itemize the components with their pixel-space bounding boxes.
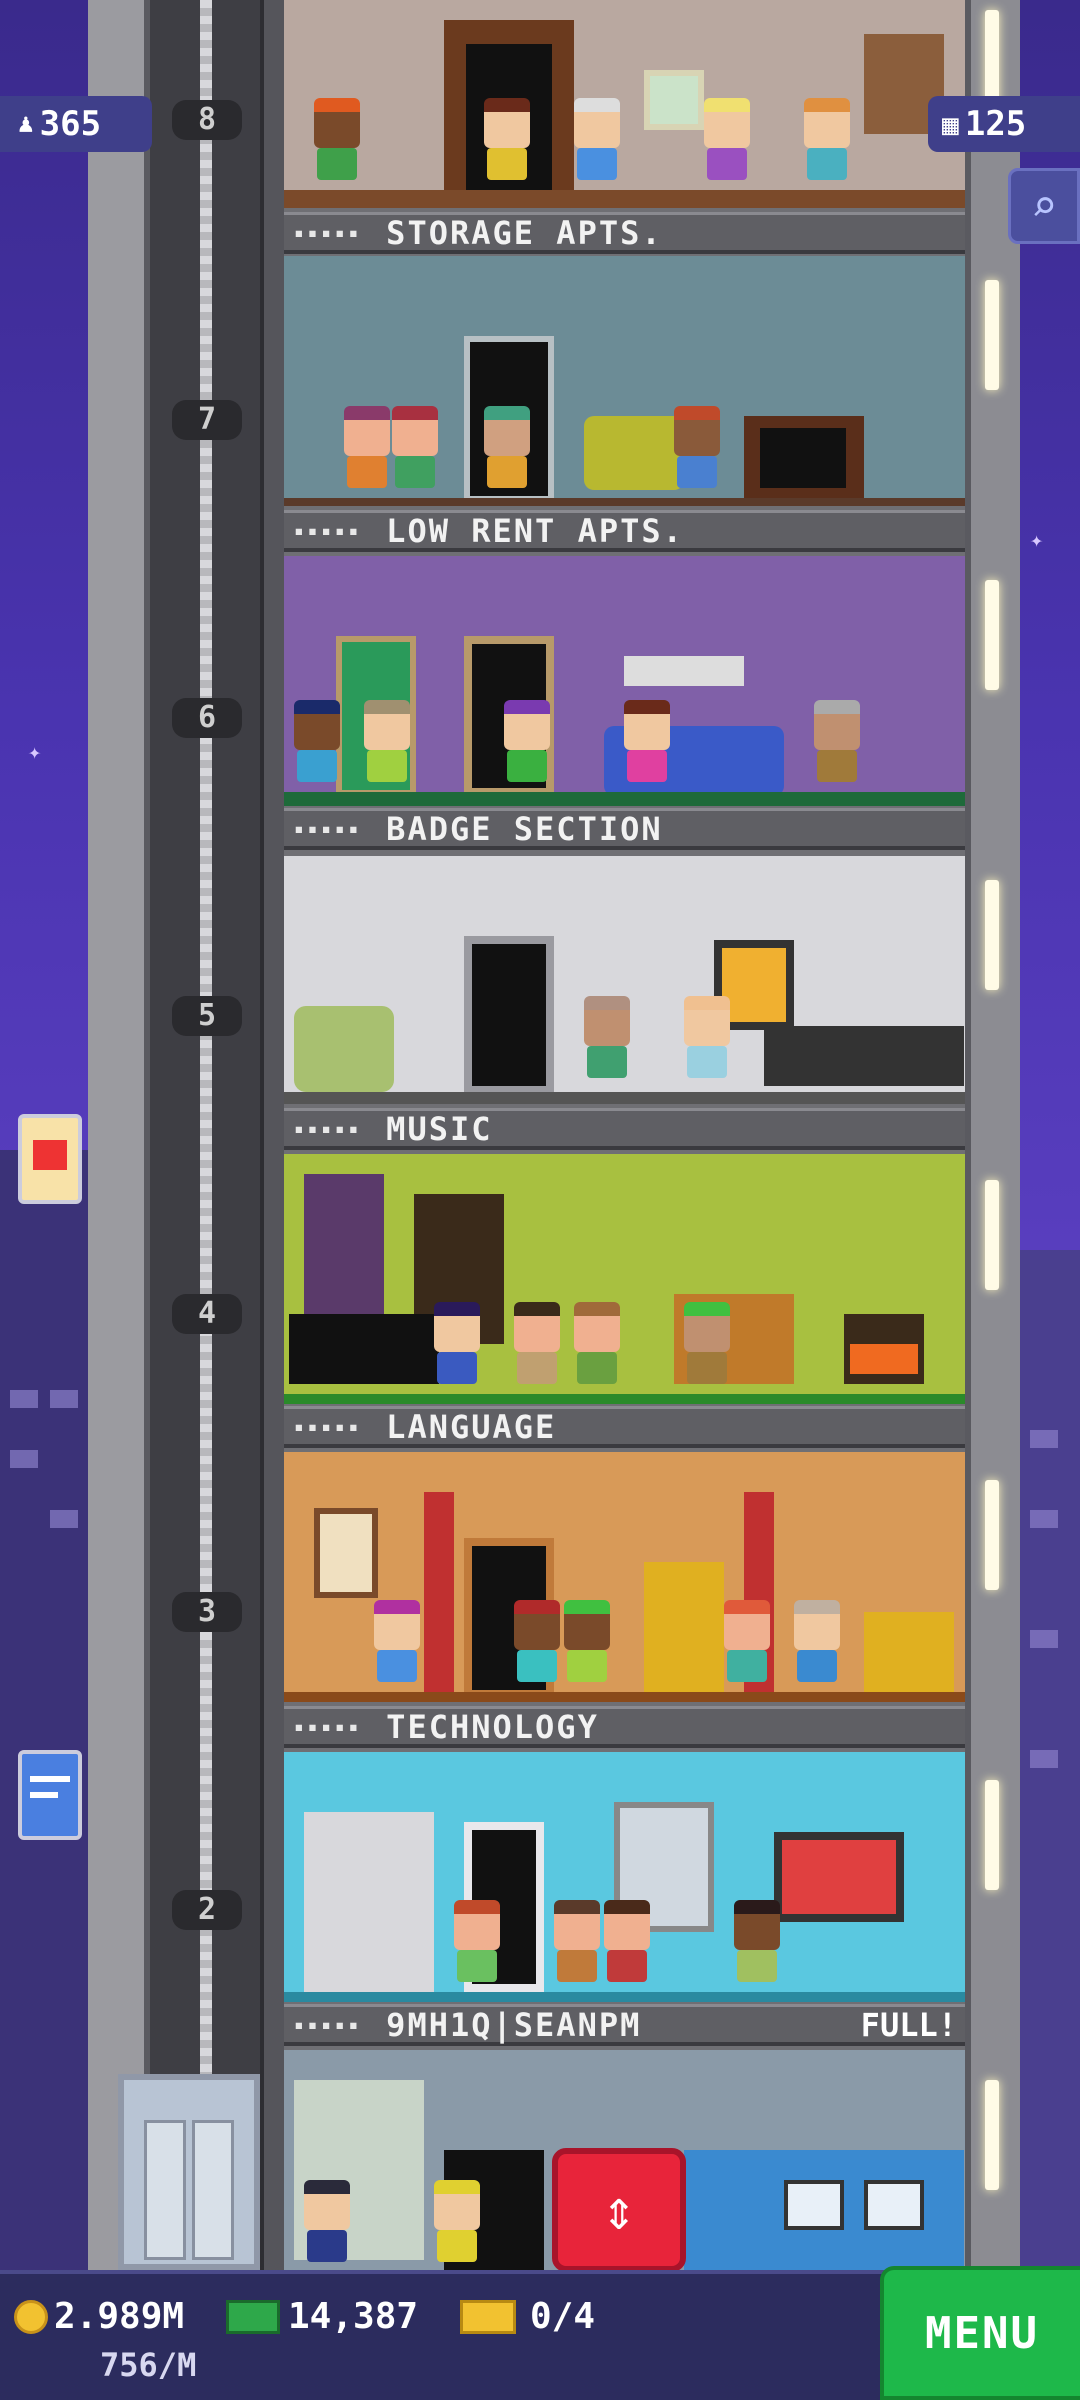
floor-8-room[interactable] — [284, 0, 965, 208]
floor-number: 5 — [172, 996, 242, 1036]
rating-stars: ▪▪▪▪▪ — [294, 521, 363, 540]
floors-value: 125 — [964, 104, 1027, 144]
star-icon: ✦ — [28, 740, 42, 765]
floor-5-label[interactable]: ▪▪▪▪▪ MUSIC — [284, 1108, 965, 1150]
floor-3-label[interactable]: ▪▪▪▪▪ TECHNOLOGY — [284, 1706, 965, 1748]
rating-stars: ▪▪▪▪▪ — [294, 1417, 363, 1436]
coins-value: 2.989M — [54, 2296, 185, 2337]
wall-light — [985, 880, 999, 990]
up-down-arrows-icon: ⇕ — [602, 2177, 636, 2243]
floor-name: LOW RENT APTS. — [386, 511, 684, 550]
rating-stars: ▪▪▪▪▪ — [294, 2015, 363, 2034]
population-counter[interactable]: ♟ 365 — [0, 96, 152, 152]
floor-name: BADGE SECTION — [386, 809, 663, 848]
ticket-icon — [460, 2299, 516, 2334]
wall-light — [985, 1780, 999, 1890]
person-icon: ♟ — [18, 109, 34, 139]
shaft-divider — [260, 0, 284, 2270]
floor-2-label[interactable]: ▪▪▪▪▪ 9MH1Q|SEANPM FULL! — [284, 2004, 965, 2046]
floor-number: 7 — [172, 400, 242, 440]
search-icon: ⌕ — [1030, 180, 1058, 232]
floor-2-room[interactable] — [284, 1752, 965, 2002]
floor-4-label[interactable]: ▪▪▪▪▪ LANGUAGE — [284, 1406, 965, 1448]
coins-display: 2.989M — [14, 2296, 184, 2337]
message-notification-icon[interactable] — [18, 1750, 82, 1840]
floor-5-room[interactable] — [284, 856, 965, 1104]
menu-button[interactable]: MENU — [880, 2266, 1080, 2400]
floor-name: MUSIC — [386, 1109, 493, 1148]
floor-number: 6 — [172, 698, 242, 738]
population-value: 365 — [39, 104, 102, 144]
rating-stars: ▪▪▪▪▪ — [294, 1717, 363, 1736]
floor-4-room[interactable] — [284, 1154, 965, 1404]
tickets-value: 0/4 — [530, 2296, 596, 2337]
floor-3-room[interactable] — [284, 1452, 965, 1702]
shaft-wall — [88, 0, 150, 2270]
lobby-elevator[interactable] — [118, 2074, 260, 2270]
star-icon: ✦ — [1030, 528, 1044, 553]
bux-icon — [226, 2299, 280, 2334]
wall-light — [985, 580, 999, 690]
floor-name: STORAGE APTS. — [386, 213, 663, 252]
floor-number: 2 — [172, 1890, 242, 1930]
floor-name: LANGUAGE — [386, 1407, 557, 1446]
wall-light — [985, 2080, 999, 2190]
coin-icon — [14, 2299, 48, 2334]
coins-rate: 756/M — [100, 2346, 197, 2384]
tickets-display[interactable]: 0/4 — [460, 2296, 595, 2337]
bux-value: 14,387 — [288, 2296, 419, 2337]
floor-6-room[interactable] — [284, 556, 965, 806]
fries-notification-icon[interactable] — [18, 1114, 82, 1204]
wall-light — [985, 1480, 999, 1590]
floor-7-room[interactable] — [284, 256, 965, 506]
rating-stars: ▪▪▪▪▪ — [294, 1119, 363, 1138]
floor-name: 9MH1Q|SEANPM — [386, 2005, 642, 2044]
floors-counter[interactable]: ▦ 125 — [928, 96, 1080, 152]
search-button[interactable]: ⌕ — [1008, 168, 1080, 244]
floor-full-status: FULL! — [860, 2005, 957, 2044]
floor-7-label[interactable]: ▪▪▪▪▪ LOW RENT APTS. — [284, 510, 965, 552]
rating-stars: ▪▪▪▪▪ — [294, 819, 363, 838]
floor-number: 4 — [172, 1294, 242, 1334]
floor-number: 3 — [172, 1592, 242, 1632]
building-icon: ▦ — [942, 107, 959, 141]
elevator-button[interactable]: ⇕ — [552, 2148, 686, 2272]
floor-8-label[interactable]: ▪▪▪▪▪ STORAGE APTS. — [284, 212, 965, 254]
wall-light — [985, 1180, 999, 1290]
building — [0, 1150, 100, 2270]
floor-6-label[interactable]: ▪▪▪▪▪ BADGE SECTION — [284, 808, 965, 850]
floor-name: TECHNOLOGY — [386, 1707, 599, 1746]
wall-light — [985, 280, 999, 390]
floor-number: 8 — [172, 100, 242, 140]
bux-display[interactable]: 14,387 — [226, 2296, 418, 2337]
rating-stars: ▪▪▪▪▪ — [294, 223, 363, 242]
